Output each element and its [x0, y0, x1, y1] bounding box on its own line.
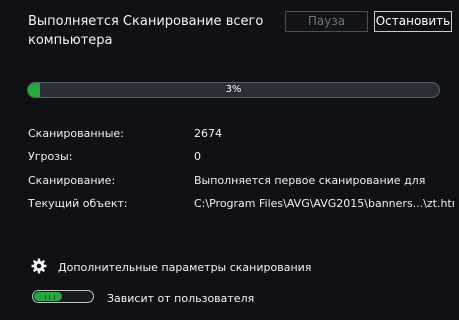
toggle-on-indicator — [34, 292, 62, 301]
gear-icon[interactable] — [31, 258, 47, 274]
toggle-grip-icon — [45, 295, 55, 300]
scanned-value: 2674 — [194, 127, 222, 140]
user-dependent-toggle[interactable] — [32, 290, 94, 303]
user-dependent-label: Зависит от пользователя — [107, 292, 255, 305]
scan-title: Выполняется Сканирование всего компьютер… — [28, 14, 264, 48]
stop-button[interactable]: Остановить — [374, 11, 452, 32]
scanning-value: Выполняется первое сканирование для — [194, 174, 426, 187]
current-object-label: Текущий объект: — [28, 197, 128, 210]
scan-progress-bar: 3% — [27, 82, 440, 98]
scanning-label: Сканирование: — [28, 174, 116, 187]
threats-label: Угрозы: — [28, 150, 73, 163]
current-object-value: C:\Program Files\AVG\AVG2015\banners...\… — [194, 197, 454, 210]
pause-button[interactable]: Пауза — [285, 11, 368, 32]
advanced-scan-settings-link[interactable]: Дополнительные параметры сканирования — [58, 261, 311, 275]
threats-value: 0 — [194, 150, 201, 163]
scanned-label: Сканированные: — [28, 127, 124, 140]
progress-percent: 3% — [225, 84, 242, 95]
